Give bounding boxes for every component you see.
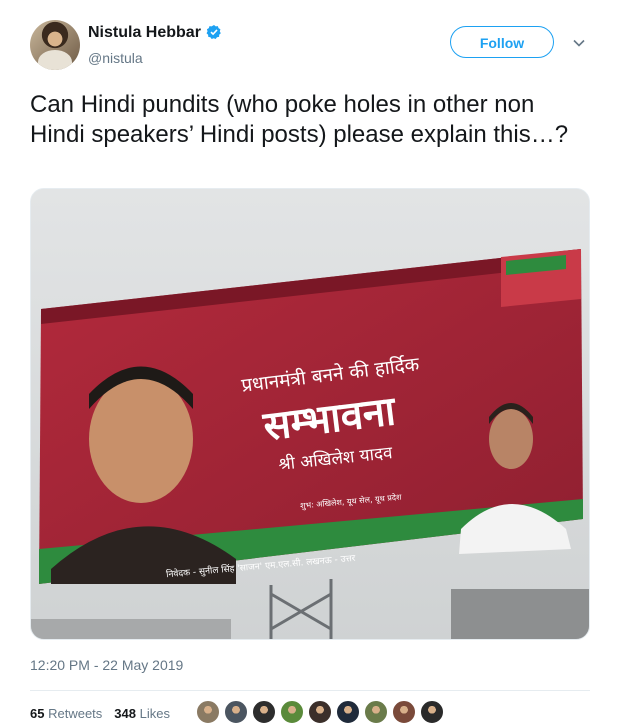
liker-avatar[interactable] xyxy=(336,700,360,724)
retweets-stat[interactable]: 65 Retweets xyxy=(30,706,102,721)
follow-button[interactable]: Follow xyxy=(450,26,554,58)
retweets-label: Retweets xyxy=(48,706,103,721)
divider xyxy=(30,690,590,691)
liker-avatar[interactable] xyxy=(252,700,276,724)
tweet-text: Can Hindi pundits (who poke holes in oth… xyxy=(30,91,569,148)
author-avatar[interactable] xyxy=(30,20,80,70)
likers-avatars xyxy=(196,700,448,726)
tweet-timestamp[interactable]: 12:20 PM - 22 May 2019 xyxy=(30,657,183,673)
liker-avatar[interactable] xyxy=(364,700,388,724)
liker-avatar[interactable] xyxy=(308,700,332,724)
likes-count: 348 xyxy=(114,706,136,721)
billboard-photo: प्रधानमंत्री बनने की हार्दिक सम्भावना श्… xyxy=(31,189,589,639)
tweet-photo[interactable]: प्रधानमंत्री बनने की हार्दिक सम्भावना श्… xyxy=(30,188,590,640)
tweet-stats: 65 Retweets 348 Likes xyxy=(30,706,170,721)
likes-stat[interactable]: 348 Likes xyxy=(114,706,170,721)
liker-avatar[interactable] xyxy=(196,700,220,724)
author-name-row[interactable]: Nistula Hebbar xyxy=(88,24,222,42)
author-name[interactable]: Nistula Hebbar xyxy=(88,24,201,41)
liker-avatar[interactable] xyxy=(224,700,248,724)
liker-avatar[interactable] xyxy=(280,700,304,724)
liker-avatar[interactable] xyxy=(392,700,416,724)
retweets-count: 65 xyxy=(30,706,45,721)
author-handle[interactable]: @nistula xyxy=(88,50,143,66)
tweet-header: Nistula Hebbar @nistula Follow xyxy=(30,18,600,74)
chevron-down-icon[interactable] xyxy=(572,36,586,50)
liker-avatar[interactable] xyxy=(420,700,444,724)
verified-badge-icon xyxy=(206,25,221,39)
likes-label: Likes xyxy=(139,706,170,721)
